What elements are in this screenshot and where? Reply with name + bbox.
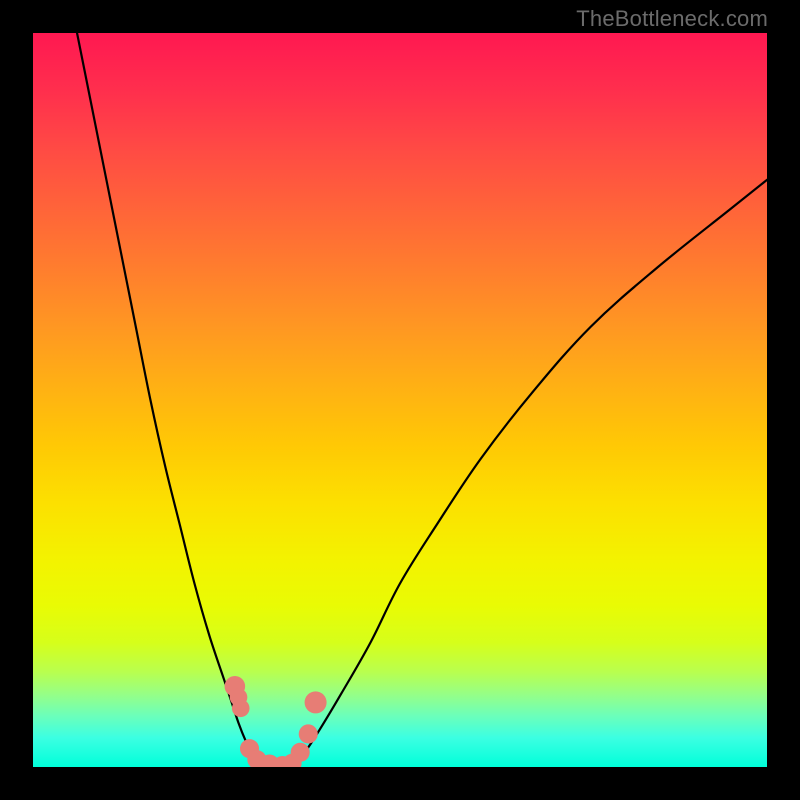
plot-area [33, 33, 767, 767]
curve-layer [33, 33, 767, 767]
marker-dot [232, 699, 250, 717]
watermark-text: TheBottleneck.com [576, 6, 768, 32]
series-left-curve [77, 33, 261, 767]
marker-dot [291, 743, 310, 762]
marker-dot [305, 691, 327, 713]
chart-frame: TheBottleneck.com [0, 0, 800, 800]
series-right-curve [290, 180, 767, 767]
marker-dot [299, 724, 318, 743]
